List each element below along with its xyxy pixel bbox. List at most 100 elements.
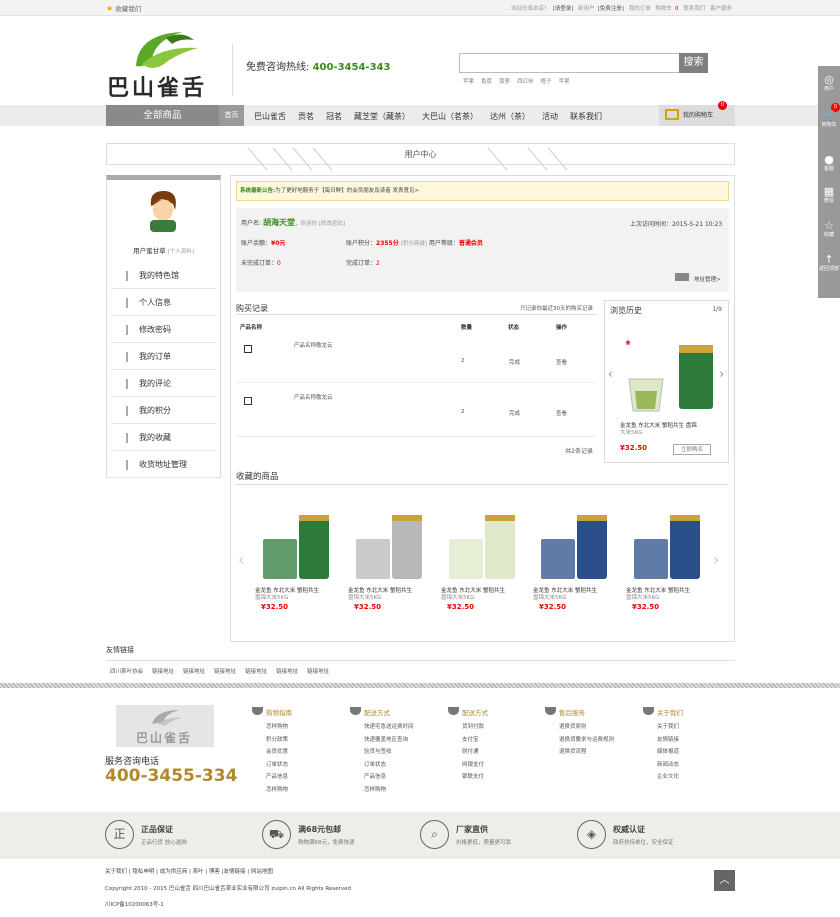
contact-link[interactable]: 联系我们: [683, 6, 705, 12]
hot-word[interactable]: 香蕉: [481, 79, 492, 85]
footer-link[interactable]: 货到付款: [448, 721, 533, 734]
friend-link[interactable]: 链接地址: [245, 669, 267, 675]
favorite-product-image[interactable]: [533, 505, 613, 585]
search-input[interactable]: [459, 53, 680, 73]
sidebar-user[interactable]: ◎ 用户: [818, 74, 840, 93]
footer-link[interactable]: 怎样购物: [350, 784, 445, 797]
footer-link[interactable]: 财付通: [448, 746, 533, 759]
logo-text[interactable]: 巴山雀舌: [107, 70, 207, 102]
footer-link[interactable]: 新闻动态: [643, 759, 728, 772]
footer-link[interactable]: 银联支付: [448, 771, 533, 784]
friend-link[interactable]: 链接地址: [214, 669, 236, 675]
nav-item[interactable]: 大巴山（茗茶）: [422, 112, 478, 121]
nav-item[interactable]: 藏芝堂（藏茶）: [354, 112, 410, 121]
search-button[interactable]: 搜索: [679, 53, 708, 73]
footer-link[interactable]: 快递宅急送运费时间: [350, 721, 445, 734]
hot-word[interactable]: 西红柿: [517, 79, 534, 85]
favorites-next-arrow[interactable]: ›: [713, 550, 719, 569]
back-to-top-button[interactable]: ︿: [714, 870, 735, 891]
favorite-product-name[interactable]: 金龙鱼 东北大米 蟹稻共生 盘锦大米5KG: [533, 588, 597, 602]
icp-number[interactable]: 川ICP备10200063号-1: [105, 900, 164, 908]
hot-word[interactable]: 橙子: [541, 79, 552, 85]
sidebar-item-favorites[interactable]: 我的收藏: [111, 424, 216, 451]
sidebar-item-profile[interactable]: 个人信息: [111, 289, 216, 316]
history-product-image[interactable]: ❀: [623, 331, 723, 421]
footer-link[interactable]: 订单状态: [252, 759, 337, 772]
nav-home[interactable]: 首页: [219, 105, 244, 126]
nav-item[interactable]: 巴山雀舌: [254, 112, 286, 121]
all-goods-button[interactable]: 全部商品: [106, 105, 219, 126]
favorite-product-image[interactable]: [441, 505, 521, 585]
nav-item[interactable]: 活动: [542, 112, 558, 121]
profile-link[interactable]: [个人资料]: [168, 249, 194, 255]
my-orders-link[interactable]: 我的订单: [629, 6, 651, 12]
footer-link[interactable]: 产品信息: [252, 771, 337, 784]
history-prev-arrow[interactable]: ‹: [608, 367, 613, 381]
footer-link[interactable]: 产品信息: [350, 771, 445, 784]
sidebar-favorite[interactable]: ☆ 收藏: [818, 220, 840, 239]
sidebar-wechat[interactable]: ▦ 微信: [818, 186, 840, 205]
friend-link[interactable]: 链接地址: [307, 669, 329, 675]
footer-link[interactable]: 会员优惠: [252, 746, 337, 759]
favorite-product-name[interactable]: 金龙鱼 东北大米 蟹稻共生 盘锦大米5KG: [255, 588, 319, 602]
favorite-product-name[interactable]: 金龙鱼 东北大米 蟹稻共生 盘锦大米5KG: [441, 588, 505, 602]
footer-link[interactable]: 关于我们: [643, 721, 728, 734]
nav-item[interactable]: 达州（茶）: [490, 112, 530, 121]
favorite-product-name[interactable]: 金龙鱼 东北大米 蟹稻共生 盘锦大米5KG: [348, 588, 412, 602]
hot-word[interactable]: 苹果: [463, 79, 474, 85]
sidebar-item-address[interactable]: 收货地址管理: [111, 451, 216, 478]
footer-link[interactable]: 企业文化: [643, 771, 728, 784]
hot-word[interactable]: 菠萝: [499, 79, 510, 85]
footer-link[interactable]: 退换货原则: [545, 721, 640, 734]
register-link[interactable]: [免费注册]: [598, 6, 624, 12]
sidebar-item-orders[interactable]: 我的订单: [111, 343, 216, 370]
friend-link[interactable]: 链接地址: [276, 669, 298, 675]
footer-link[interactable]: 友情链接: [643, 734, 728, 747]
product-thumb-icon[interactable]: [244, 345, 252, 353]
product-name[interactable]: 产品名称敬龙云: [294, 341, 333, 349]
sidebar-item-points[interactable]: 我的积分: [111, 397, 216, 424]
footer-link[interactable]: 订单状态: [350, 759, 445, 772]
friend-link[interactable]: 四川茶叶协会: [110, 669, 143, 675]
sidebar-top[interactable]: ↑ 返回顶部: [818, 254, 840, 273]
favorite-product-image[interactable]: [348, 505, 428, 585]
view-link[interactable]: 查看: [556, 358, 567, 366]
service-link[interactable]: 客户服务: [710, 6, 732, 12]
favorite-link[interactable]: ★ 收藏我们: [106, 3, 141, 13]
favorites-prev-arrow[interactable]: ‹: [238, 550, 244, 569]
history-product-name[interactable]: 金龙鱼 东北大米 蟹稻共生 盘锦 大米5KG: [620, 423, 697, 437]
nav-item[interactable]: 联系我们: [570, 112, 602, 121]
footer-link[interactable]: 支付宝: [448, 734, 533, 747]
sidebar-cart[interactable]: 🛒 购物车: [818, 110, 840, 129]
sidebar-service[interactable]: ● 客服: [818, 154, 840, 173]
footer-link[interactable]: 怎样购物: [252, 784, 337, 797]
footer-link[interactable]: 验货与签收: [350, 746, 445, 759]
favorite-product-name[interactable]: 金龙鱼 东北大米 蟹稻共生 盘锦大米5KG: [626, 588, 690, 602]
favorite-product-image[interactable]: [255, 505, 335, 585]
footer-link[interactable]: 退换货流程: [545, 746, 640, 759]
sidebar-item-password[interactable]: 修改密码: [111, 316, 216, 343]
footer-link[interactable]: 媒体报道: [643, 746, 728, 759]
hot-word[interactable]: 苹果: [559, 79, 570, 85]
favorite-product-image[interactable]: [626, 505, 706, 585]
view-link[interactable]: 查看: [556, 409, 567, 417]
footer-link[interactable]: 快递覆盖地区查询: [350, 734, 445, 747]
footer-link[interactable]: 积分政策: [252, 734, 337, 747]
footer-bottom-links[interactable]: 关于我们 | 隐私申明 | 成为供应商 | 茶叶 | 博客 |友情链接 | 网站…: [105, 867, 273, 875]
login-link[interactable]: [请登录]: [553, 6, 574, 12]
product-thumb-icon[interactable]: [244, 397, 252, 405]
footer-link[interactable]: 网银支付: [448, 759, 533, 772]
footer-link[interactable]: 怎样购物: [252, 721, 337, 734]
points-mall-link[interactable]: [积分商城]: [401, 241, 427, 247]
avatar[interactable]: [143, 188, 183, 232]
notice-bar[interactable]: 系统最新公告:为了更好地服务于【每日鲜】的会员朋友及读者 发表意见>: [236, 181, 729, 201]
address-manage-link[interactable]: 地址管理>: [694, 275, 721, 283]
cart-link[interactable]: 购物车: [655, 6, 672, 12]
nav-item[interactable]: 贡茗: [298, 112, 314, 121]
friend-link[interactable]: 链接地址: [152, 669, 174, 675]
product-name[interactable]: 产品名称敬龙云: [294, 393, 333, 401]
nav-item[interactable]: 冠茗: [326, 112, 342, 121]
friend-link[interactable]: 链接地址: [183, 669, 205, 675]
sidebar-item-featured[interactable]: 我的特色馆: [111, 262, 216, 289]
buy-now-button[interactable]: 立即购买: [673, 444, 711, 455]
